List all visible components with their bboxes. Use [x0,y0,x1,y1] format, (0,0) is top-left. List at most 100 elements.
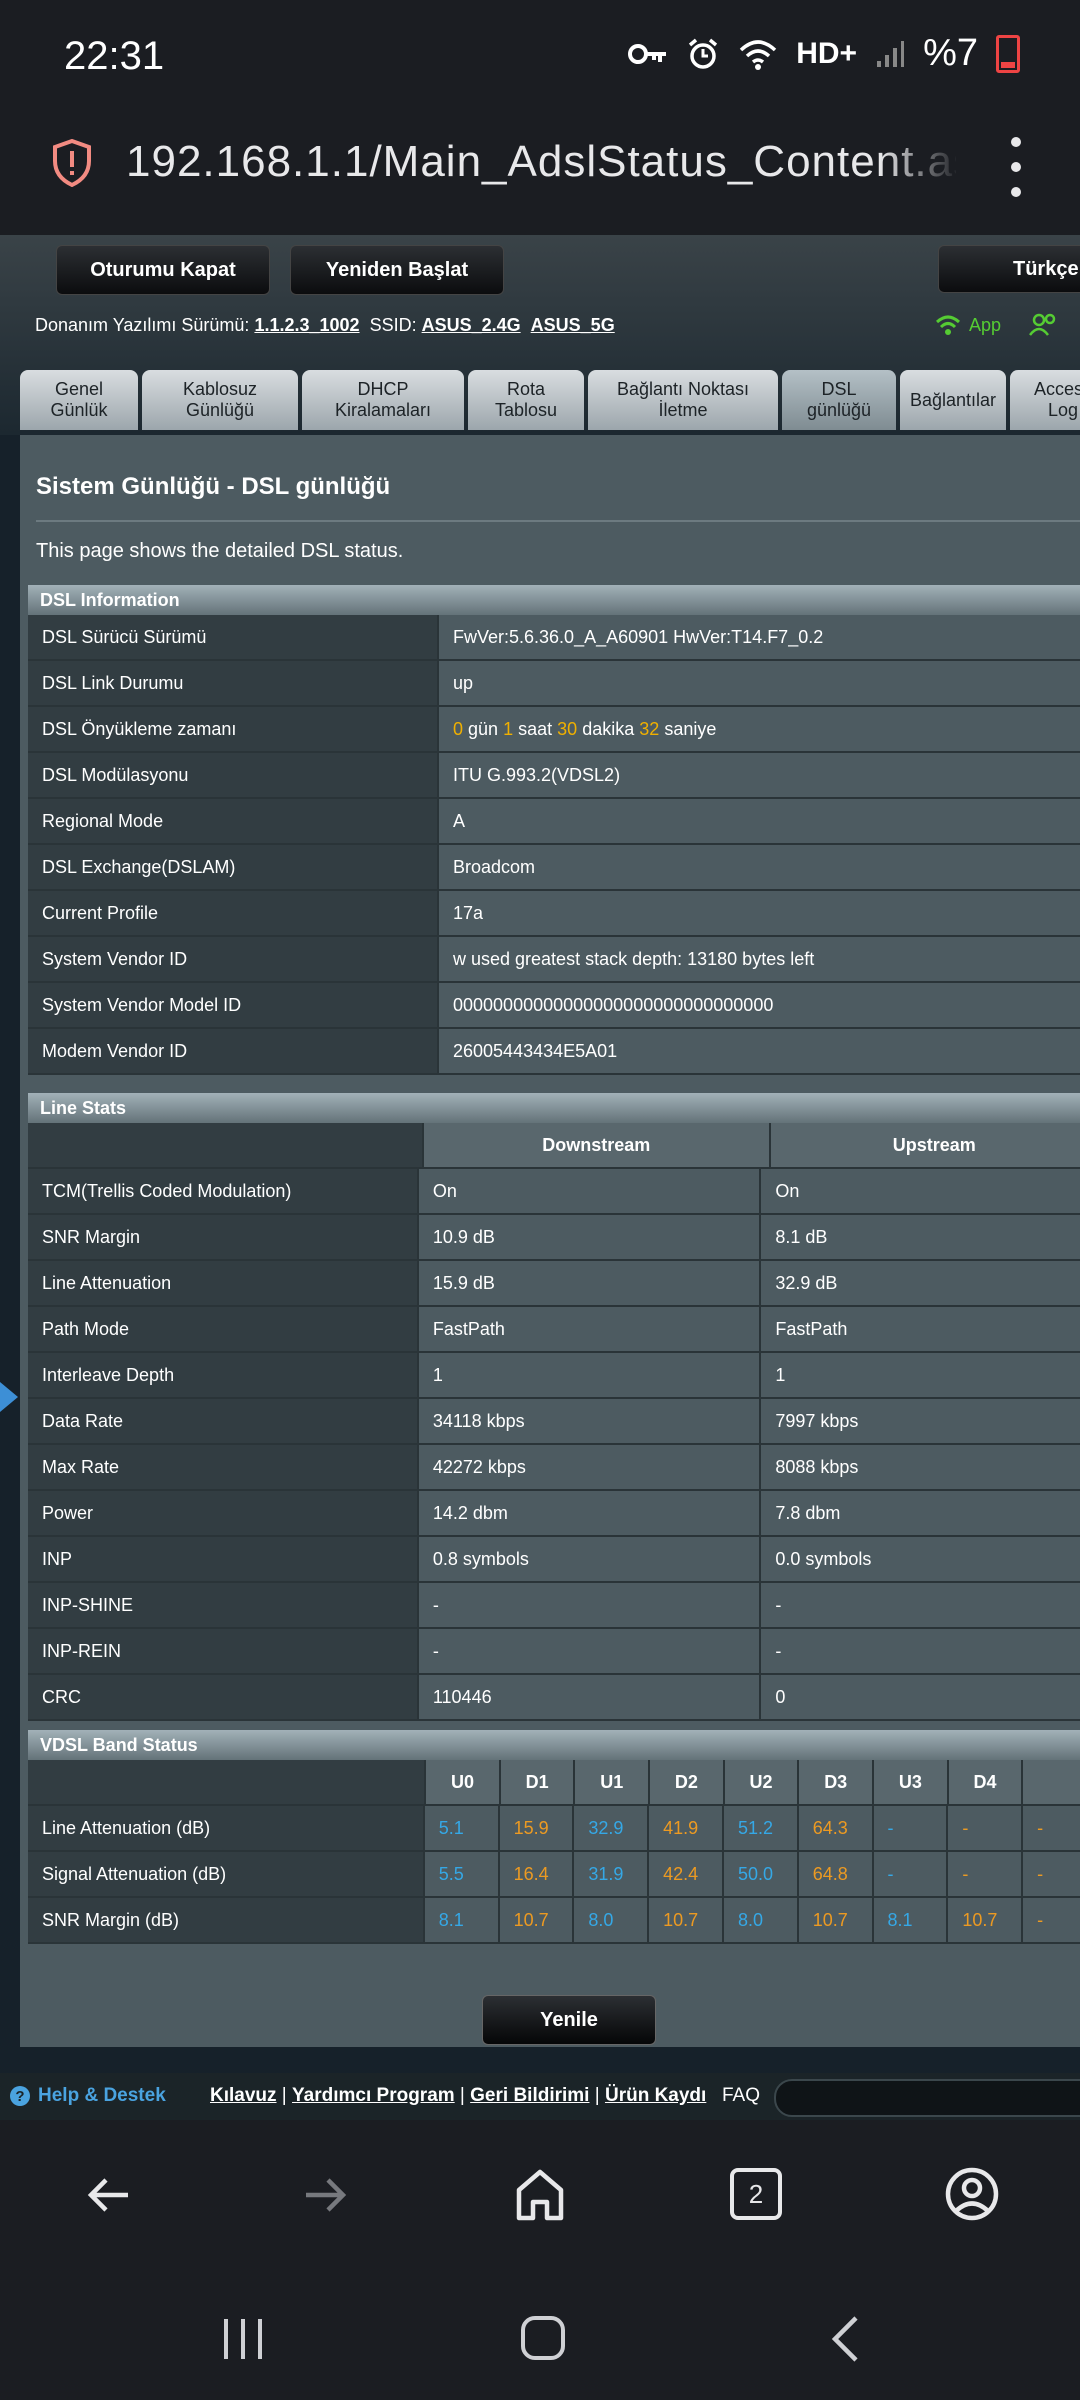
ssid-24g-link[interactable]: ASUS_2.4G [422,315,521,335]
band-cell: - [873,1806,949,1850]
section-heading: Line Stats [28,1093,1080,1123]
forward-icon[interactable] [300,2170,350,2220]
status-icons: HD+ %7 [628,32,1020,75]
table-row: Interleave Depth 1 1 [28,1353,1080,1399]
tabs-count-button[interactable]: 2 [730,2168,782,2220]
line-stats-section: Line Stats Downstream Upstream TCM(Trell… [28,1093,1080,1721]
band-cell: - [948,1852,1024,1896]
not-secure-shield-icon[interactable] [52,139,92,187]
tab-dsl-log[interactable]: DSL günlüğü [782,370,896,430]
table-header: Downstream Upstream [28,1123,1080,1169]
band-cell: 10.7 [798,1898,874,1942]
vdsl-band-section: VDSL Band Status U0 D1 U1 D2 U2 D3 U3 D4 Line A… [28,1730,1080,1944]
table-row: Path Mode FastPath FastPath [28,1307,1080,1353]
tab-routing-table[interactable]: Rota Tablosu [468,370,584,430]
band-cell: 10.7 [948,1898,1024,1942]
band-rows: Line Attenuation (dB) 5.1 15.9 32.9 41.9 51.2… [28,1806,1080,1944]
downstream-header: Downstream [423,1123,771,1167]
table-row: DSL Exchange(DSLAM) Broadcom [28,845,1080,891]
table-row: Modem Vendor ID 26005443434E5A01 [28,1029,1080,1075]
vpn-key-icon [628,43,667,64]
faq-search-input[interactable] [774,2079,1080,2117]
band-cell: 5.1 [424,1806,500,1850]
home-icon[interactable] [516,2169,564,2221]
router-page: Oturumu Kapat Yeniden Başlat Türkçe Dona… [0,235,1080,2120]
wifi-icon [740,39,777,70]
profile-icon[interactable] [944,2166,1000,2222]
table-row: Line Attenuation (dB) 5.1 15.9 32.9 41.9 51.2… [28,1806,1080,1852]
band-table-header: U0 D1 U1 D2 U2 D3 U3 D4 [28,1760,1080,1806]
logout-button[interactable]: Oturumu Kapat [56,245,270,295]
address-field[interactable]: 192.168.1.1/Main_AdslStatus_Content.asp [126,137,956,187]
wifi-app-icon [935,315,961,335]
band-cell: 5.5 [424,1852,500,1896]
tab-general-log[interactable]: Genel Günlük [20,370,138,430]
tab-port-forwarding[interactable]: Bağlantı Noktası İletme [588,370,778,430]
refresh-button[interactable]: Yenile [482,1995,656,2045]
band-cell: 15.9 [499,1806,575,1850]
language-select[interactable]: Türkçe [938,245,1080,293]
ssid-5g-link[interactable]: ASUS_5G [531,315,615,335]
status-bar: 22:31 HD+ %7 [0,0,1080,115]
table-row: Line Attenuation 15.9 dB 32.9 dB [28,1261,1080,1307]
band-cell: 64.3 [798,1806,874,1850]
band-cell: 32.9 [574,1806,650,1850]
band-cell: 8.0 [723,1898,799,1942]
app-link[interactable]: App [935,313,1059,337]
band-cell: 8.1 [873,1898,949,1942]
firmware-version-link[interactable]: 1.1.2.3_1002 [254,315,359,335]
band-column-header: D3 [799,1760,875,1804]
system-back-icon[interactable] [830,2315,860,2363]
band-column-header: U2 [724,1760,800,1804]
restart-button[interactable]: Yeniden Başlat [290,245,504,295]
utility-link[interactable]: Yardımcı Program [292,2085,455,2106]
footer-links: Kılavuz | Yardımcı Program | Geri Bildir… [210,2085,707,2106]
firmware-label: Donanım Yazılımı Sürümü: [35,315,250,335]
band-column-header: D1 [500,1760,576,1804]
upstream-header: Upstream [770,1123,1080,1167]
hd-voice-icon: HD+ [796,36,858,70]
table-row: DSL Sürücü Sürümü FwVer:5.6.36.0_A_A60901… [28,615,1080,661]
section-heading: VDSL Band Status [28,1730,1080,1760]
table-row: Power 14.2 dbm 7.8 dbm [28,1491,1080,1537]
band-cell: 16.4 [499,1852,575,1896]
alarm-icon [689,38,718,69]
title-divider [36,520,1080,522]
band-column-header: D2 [650,1760,725,1804]
band-column-header: D4 [948,1760,1024,1804]
band-cell: 41.9 [649,1806,724,1850]
back-icon[interactable] [84,2170,134,2220]
tab-wireless-log[interactable]: Kablosuz Günlüğü [142,370,298,430]
tab-dhcp-leases[interactable]: DHCP Kiralamaları [302,370,464,430]
manual-link[interactable]: Kılavuz [210,2085,277,2106]
users-icon[interactable] [1029,313,1059,337]
recents-icon[interactable] [222,2317,264,2361]
help-support[interactable]: ? Help & Destek [10,2085,166,2107]
content-panel: Sistem Günlüğü - DSL günlüğü This page s… [20,435,1080,2047]
signal-icon [877,40,905,67]
band-cell: 50.0 [723,1852,799,1896]
help-icon: ? [10,2086,30,2106]
band-column-header: U0 [426,1760,501,1804]
table-row: SNR Margin 10.9 dB 8.1 dB [28,1215,1080,1261]
table-row: DSL Modülasyonu ITU G.993.2(VDSL2) [28,753,1080,799]
status-time: 22:31 [64,34,165,78]
band-cell: 31.9 [574,1852,650,1896]
system-nav-bar [0,2285,1080,2400]
band-cell: - [873,1852,949,1896]
tab-connections[interactable]: Bağlantılar [900,370,1006,430]
table-row: INP-SHINE - - [28,1583,1080,1629]
band-cell: 10.7 [499,1898,575,1942]
page-title: Sistem Günlüğü - DSL günlüğü [36,473,391,500]
url-fade [880,125,960,205]
feedback-link[interactable]: Geri Bildirimi [470,2085,589,2106]
table-row: SNR Margin (dB) 8.1 10.7 8.0 10.7 8.0 10.7 8.1 1… [28,1898,1080,1944]
table-row: INP 0.8 symbols 0.0 symbols [28,1537,1080,1583]
browser-menu-icon[interactable] [1010,137,1022,197]
product-registration-link[interactable]: Ürün Kaydı [605,2085,706,2106]
side-arrow-icon[interactable] [0,1382,18,1412]
home-button-icon[interactable] [520,2315,566,2361]
table-row: CRC 110446 0 [28,1675,1080,1721]
tab-access-log[interactable]: AccessLog [1010,370,1080,430]
table-row: TCM(Trellis Coded Modulation) On On [28,1169,1080,1215]
